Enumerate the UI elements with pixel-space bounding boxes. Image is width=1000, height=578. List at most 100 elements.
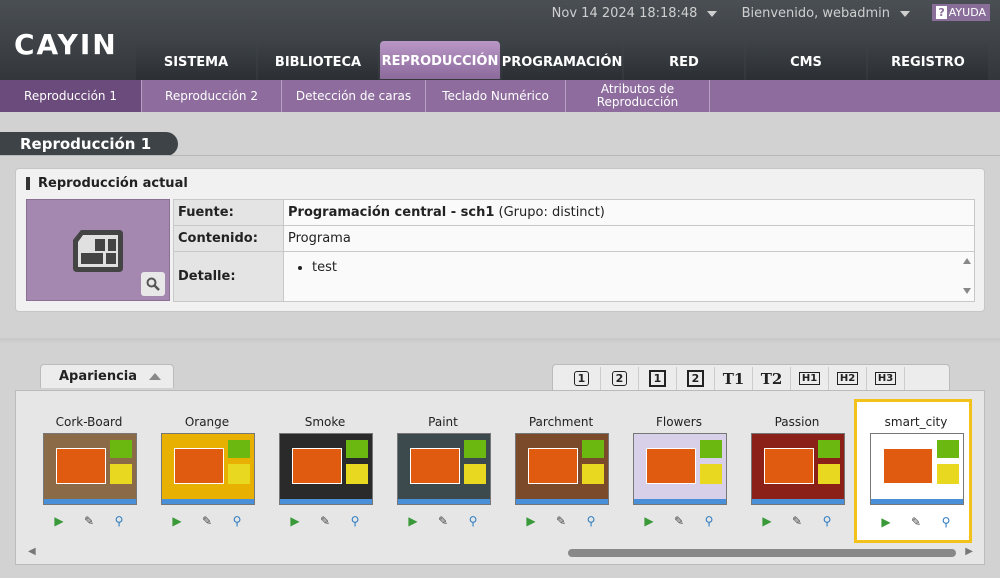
appearance-preview[interactable]: [870, 433, 964, 505]
play-icon[interactable]: ▶: [878, 514, 894, 530]
play-icon[interactable]: ▶: [169, 513, 185, 529]
pencil-icon[interactable]: ✎: [553, 513, 569, 529]
appearance-name: Passion: [774, 415, 820, 429]
layout-video1-button[interactable]: 1: [563, 366, 601, 391]
play-icon[interactable]: ▶: [523, 513, 539, 529]
magnifier-icon[interactable]: ⚲: [701, 513, 717, 529]
play-icon[interactable]: ▶: [759, 513, 775, 529]
page-title: Reproducción 1: [0, 132, 178, 156]
pencil-icon[interactable]: ✎: [317, 513, 333, 529]
help-button[interactable]: ? AYUDA: [932, 4, 990, 21]
subnav-reproduccion-1[interactable]: Reproducción 1: [0, 80, 142, 112]
zoom-preview-button[interactable]: [141, 272, 165, 296]
layout-icon: [73, 230, 123, 272]
preview-side-zone: [346, 440, 368, 458]
appearance-item-cork-board[interactable]: Cork-Board ▶ ✎ ⚲: [30, 391, 148, 541]
tab-registro[interactable]: REGISTRO: [868, 44, 988, 80]
item-actions: ▶ ✎ ⚲: [502, 513, 620, 529]
panel-title: Reproducción actual: [26, 177, 188, 190]
appearance-gallery: Cork-Board ▶ ✎ ⚲ Orange ▶ ✎ ⚲ Smoke ▶ ✎ ⚲ Paint ▶ ✎ ⚲ Pa…: [15, 390, 985, 565]
magnifier-icon[interactable]: ⚲: [465, 513, 481, 529]
play-icon[interactable]: ▶: [405, 513, 421, 529]
pencil-icon[interactable]: ✎: [199, 513, 215, 529]
preview-side-zone: [700, 440, 722, 458]
subnav-atributos[interactable]: Atributos de Reproducción: [566, 80, 710, 112]
preview-side-zone: [110, 464, 132, 484]
subnav-teclado-numerico[interactable]: Teclado Numérico: [426, 80, 566, 112]
layout-image1-button[interactable]: 1: [639, 366, 677, 391]
layout-html1-button[interactable]: H1: [791, 366, 829, 391]
magnifier-icon[interactable]: ⚲: [583, 513, 599, 529]
magnifier-icon[interactable]: ⚲: [111, 513, 127, 529]
subnav-deteccion-caras[interactable]: Detección de caras: [282, 80, 426, 112]
appearance-item-flowers[interactable]: Flowers ▶ ✎ ⚲: [620, 391, 738, 541]
appearance-preview[interactable]: [397, 433, 491, 505]
layout-video2-button[interactable]: 2: [601, 366, 639, 391]
appearance-item-paint[interactable]: Paint ▶ ✎ ⚲: [384, 391, 502, 541]
pencil-icon[interactable]: ✎: [671, 513, 687, 529]
appearance-item-smart_city[interactable]: smart_city ▶ ✎ ⚲: [854, 399, 972, 543]
tab-red[interactable]: RED: [624, 44, 744, 80]
scroll-thumb[interactable]: [568, 549, 956, 557]
scroll-left-icon[interactable]: ◀: [28, 546, 36, 557]
appearance-item-passion[interactable]: Passion ▶ ✎ ⚲: [738, 391, 856, 541]
pencil-icon[interactable]: ✎: [908, 514, 924, 530]
top-header: CAYIN Nov 14 2024 18:18:48 Bienvenido, w…: [0, 0, 1000, 80]
preview-side-zone: [346, 464, 368, 484]
preview-side-zone: [937, 464, 959, 484]
layout-text2-button[interactable]: T2: [753, 366, 791, 391]
preview-ticker-zone: [44, 499, 136, 504]
detail-scrollbar[interactable]: [960, 252, 974, 301]
layout-image2-button[interactable]: 2: [677, 366, 715, 391]
play-icon[interactable]: ▶: [641, 513, 657, 529]
scroll-right-icon[interactable]: ▶: [965, 546, 973, 557]
detail-value-cell: test: [283, 251, 975, 302]
gallery-scrollbar[interactable]: ◀ ▶: [28, 546, 973, 558]
current-info-table: Fuente: Programación central - sch1 (Gru…: [173, 199, 975, 302]
detail-list: test: [288, 260, 970, 275]
magnifier-icon[interactable]: ⚲: [347, 513, 363, 529]
appearance-item-orange[interactable]: Orange ▶ ✎ ⚲: [148, 391, 266, 541]
item-actions: ▶ ✎ ⚲: [30, 513, 148, 529]
appearance-item-parchment[interactable]: Parchment ▶ ✎ ⚲: [502, 391, 620, 541]
magnifier-icon[interactable]: ⚲: [229, 513, 245, 529]
tab-cms[interactable]: CMS: [746, 44, 866, 80]
source-value-cell: Programación central - sch1 (Grupo: dist…: [283, 199, 975, 226]
top-info: Nov 14 2024 18:18:48 Bienvenido, webadmi…: [532, 6, 910, 21]
current-playback-panel: Reproducción actual Fuente: Programación…: [15, 168, 985, 312]
preview-main-zone: [410, 448, 460, 484]
appearance-preview[interactable]: [279, 433, 373, 505]
preview-ticker-zone: [398, 499, 490, 504]
source-label: Fuente:: [173, 199, 284, 226]
tab-reproduccion[interactable]: REPRODUCCIÓN: [380, 41, 500, 79]
appearance-preview[interactable]: [161, 433, 255, 505]
appearance-preview[interactable]: [751, 433, 845, 505]
tab-biblioteca[interactable]: BIBLIOTECA: [258, 44, 378, 80]
appearance-tab[interactable]: Apariencia: [40, 364, 174, 388]
play-icon[interactable]: ▶: [287, 513, 303, 529]
magnifier-icon[interactable]: ⚲: [819, 513, 835, 529]
preview-side-zone: [228, 464, 250, 484]
appearance-name: Cork-Board: [55, 415, 123, 429]
subnav-reproduccion-2[interactable]: Reproducción 2: [142, 80, 282, 112]
preview-side-zone: [582, 440, 604, 458]
layout-text1-button[interactable]: T1: [715, 366, 753, 391]
pencil-icon[interactable]: ✎: [81, 513, 97, 529]
pencil-icon[interactable]: ✎: [789, 513, 805, 529]
appearance-preview[interactable]: [633, 433, 727, 505]
appearance-preview[interactable]: [43, 433, 137, 505]
play-icon[interactable]: ▶: [51, 513, 67, 529]
layout-html2-button[interactable]: H2: [829, 366, 867, 391]
tab-sistema[interactable]: SISTEMA: [136, 44, 256, 80]
user-dropdown[interactable]: Bienvenido, webadmin: [732, 6, 910, 21]
preview-side-zone: [464, 464, 486, 484]
datetime-dropdown[interactable]: Nov 14 2024 18:18:48: [542, 6, 718, 21]
appearance-item-smoke[interactable]: Smoke ▶ ✎ ⚲: [266, 391, 384, 541]
magnifier-icon[interactable]: ⚲: [938, 514, 954, 530]
layout-html3-button[interactable]: H3: [867, 366, 905, 391]
appearance-preview[interactable]: [515, 433, 609, 505]
preview-main-zone: [528, 448, 578, 484]
pencil-icon[interactable]: ✎: [435, 513, 451, 529]
tab-programacion[interactable]: PROGRAMACIÓN: [502, 44, 622, 80]
scroll-arrows-icon: [963, 258, 971, 294]
